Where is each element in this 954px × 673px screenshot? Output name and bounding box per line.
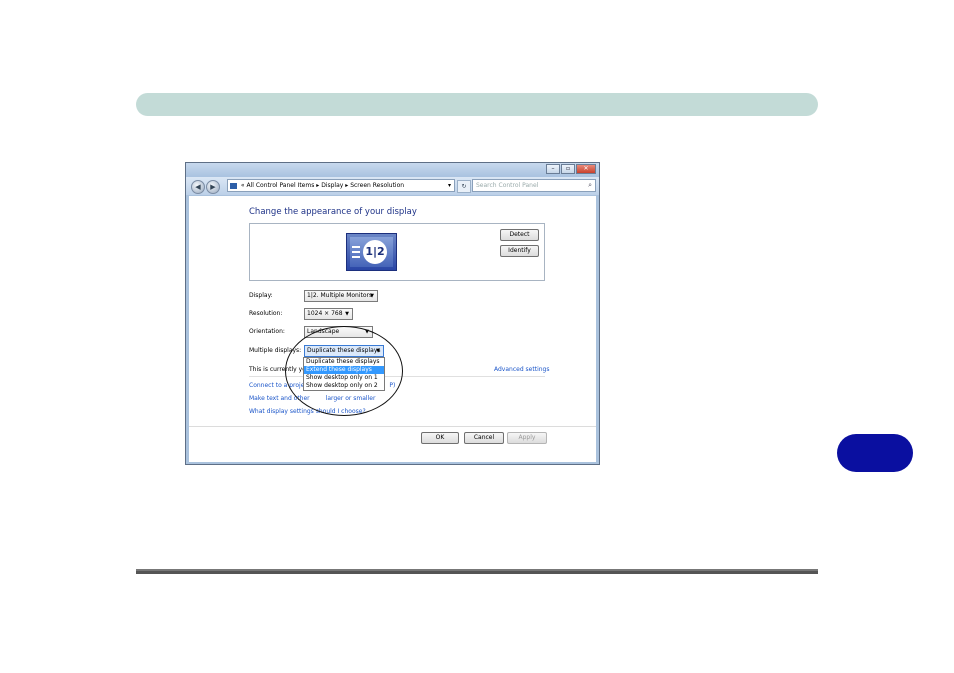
search-icon[interactable]: ⌕	[588, 180, 592, 191]
header-band	[136, 93, 818, 116]
monitor-bar	[352, 256, 360, 258]
display-value: 1|2. Multiple Monitors	[307, 292, 373, 299]
resolution-label: Resolution:	[249, 310, 283, 317]
monitor-bar	[352, 251, 360, 253]
chapter-tab	[837, 434, 913, 472]
display-label: Display:	[249, 292, 273, 299]
breadcrumb-display[interactable]: Display	[321, 182, 343, 189]
search-placeholder: Search Control Panel	[476, 182, 539, 189]
monitor-number: 1|2	[363, 240, 387, 264]
screen-resolution-window: – ▫ ✕ ◀ ▶ « All Control Panel Items ▸ Di…	[185, 162, 600, 465]
search-input[interactable]: Search Control Panel ⌕	[472, 179, 596, 192]
identify-button[interactable]: Identify	[500, 245, 539, 257]
back-arrow-icon[interactable]: ◀	[191, 180, 205, 194]
breadcrumb-screen-resolution[interactable]: Screen Resolution	[350, 182, 404, 189]
chevron-down-icon: ▼	[345, 311, 349, 317]
display-select[interactable]: 1|2. Multiple Monitors ▼	[304, 290, 378, 302]
apply-button[interactable]: Apply	[507, 432, 547, 444]
content-pane: Change the appearance of your display 1|…	[189, 196, 596, 462]
footer-rule-thick	[136, 571, 818, 574]
breadcrumb-all-items[interactable]: All Control Panel Items	[247, 182, 315, 189]
ok-button[interactable]: OK	[421, 432, 459, 444]
minimize-button[interactable]: –	[546, 164, 560, 174]
breadcrumb-overflow[interactable]: «	[241, 182, 245, 189]
monitor-icon[interactable]: 1|2	[346, 233, 397, 271]
maximize-button[interactable]: ▫	[561, 164, 575, 174]
control-panel-icon	[230, 182, 237, 189]
breadcrumb-separator: ▸	[316, 182, 320, 189]
advanced-settings-link[interactable]: Advanced settings	[494, 366, 549, 373]
monitor-bar	[352, 246, 360, 248]
address-dropdown-icon[interactable]: ▾	[448, 180, 451, 191]
title-bar[interactable]: – ▫ ✕	[186, 163, 599, 177]
resolution-select[interactable]: 1024 × 768 ▼	[304, 308, 353, 320]
chevron-down-icon: ▼	[370, 293, 374, 299]
monitor-preview: 1|2 Detect Identify	[249, 223, 545, 281]
highlight-circle	[285, 326, 403, 416]
button-divider	[189, 426, 596, 427]
refresh-icon[interactable]: ↻	[457, 180, 471, 193]
address-bar: ◀ ▶ « All Control Panel Items ▸ Display …	[186, 177, 599, 195]
close-button[interactable]: ✕	[576, 164, 596, 174]
forward-arrow-icon[interactable]: ▶	[206, 180, 220, 194]
orientation-label: Orientation:	[249, 328, 285, 335]
window-controls: – ▫ ✕	[545, 164, 596, 174]
page-title: Change the appearance of your display	[249, 207, 417, 217]
cancel-button[interactable]: Cancel	[464, 432, 504, 444]
monitor-screen: 1|2	[350, 237, 393, 267]
breadcrumb[interactable]: « All Control Panel Items ▸ Display ▸ Sc…	[227, 179, 455, 192]
breadcrumb-separator: ▸	[345, 182, 349, 189]
detect-button[interactable]: Detect	[500, 229, 539, 241]
resolution-value: 1024 × 768	[307, 310, 343, 317]
